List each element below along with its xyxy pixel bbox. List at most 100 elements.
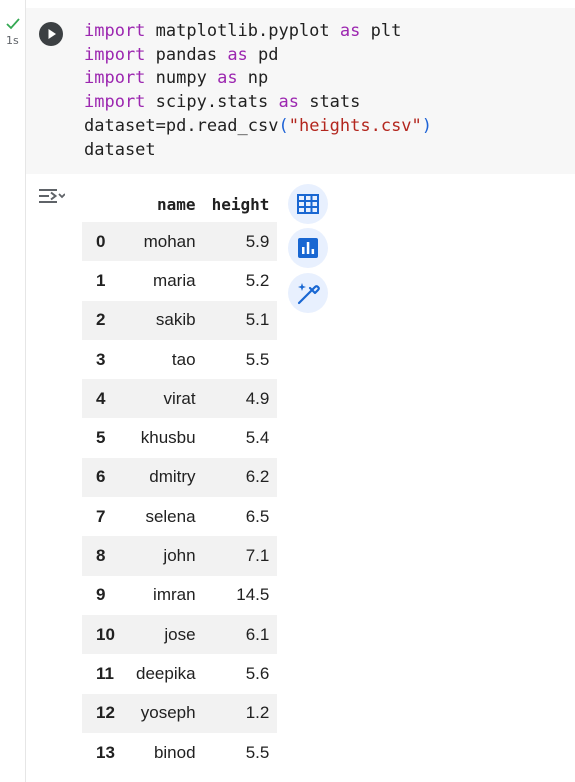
cell-height: 5.6	[245, 663, 270, 683]
code-keyword: as	[278, 92, 299, 113]
table-row: 10 jose 6.1	[82, 614, 278, 655]
code-token: )	[421, 115, 433, 136]
code-string: "heights.csv"	[288, 115, 422, 136]
code-keyword: import	[84, 68, 146, 89]
cell-height: 5.9	[203, 222, 278, 262]
cell-name: khusbu	[140, 428, 196, 448]
cell-name: mohan	[128, 222, 204, 262]
run-cell-button[interactable]	[39, 22, 63, 46]
code-line: import matplotlib.pyplot as plt	[84, 20, 432, 44]
table-row: 0 mohan 5.9	[82, 222, 278, 262]
chart-button[interactable]	[288, 228, 328, 268]
cell-name: sakib	[128, 300, 204, 340]
cell-name: john	[128, 536, 204, 576]
table-row: 6 dmitry 6.2	[82, 457, 278, 498]
check-icon	[6, 18, 20, 30]
cell-height: 6.1	[203, 614, 278, 655]
code-line: import numpy as np	[84, 67, 432, 91]
cell-name: jose	[128, 614, 204, 655]
table-header-row: name height	[82, 186, 277, 222]
row-index: 10	[82, 614, 128, 655]
code-token: numpy	[145, 68, 218, 89]
cell-height: 7.1	[203, 536, 278, 576]
code-token: plt	[360, 21, 402, 41]
magic-wand-icon	[297, 283, 320, 305]
cell-height: 6.5	[245, 506, 270, 526]
table-row: 3 tao 5.5	[82, 340, 277, 379]
bar-chart-icon	[298, 238, 318, 258]
cell-name: dmitry	[128, 457, 204, 498]
cell-height: 6.2	[203, 457, 278, 498]
cell-name: deepika	[136, 663, 196, 683]
code-keyword: import	[84, 44, 146, 65]
cell-height: 4.9	[203, 379, 278, 419]
table-row: 7 selena 6.5	[82, 497, 277, 536]
row-index: 6	[82, 457, 128, 498]
cell-height: 5.1	[203, 300, 278, 340]
play-icon	[48, 29, 56, 39]
table-row: 4 virat 4.9	[82, 379, 278, 419]
row-index: 9	[96, 585, 106, 605]
row-index: 8	[82, 536, 128, 576]
cell-name: tao	[171, 349, 196, 369]
table-row: 12 yoseph 1.2	[82, 693, 278, 733]
cell-name: imran	[153, 585, 196, 605]
row-index: 12	[82, 693, 128, 733]
cell-height: 5.4	[245, 428, 270, 448]
cell-name: maria	[153, 270, 196, 290]
cell-name: binod	[153, 742, 196, 762]
code-keyword: as	[339, 21, 361, 41]
table-row: 8 john 7.1	[82, 536, 278, 576]
cell-height: 5.2	[245, 270, 270, 290]
code-token: stats	[298, 92, 361, 113]
table-row: 9 imran 14.5	[82, 576, 277, 615]
code-editor[interactable]: import matplotlib.pyplot as plt import pa…	[84, 20, 432, 162]
row-index: 7	[96, 506, 106, 526]
cell-gutter	[0, 0, 26, 782]
row-index: 13	[96, 742, 115, 762]
code-keyword: as	[227, 44, 248, 65]
code-line: dataset=pd.read_csv("heights.csv")	[84, 115, 432, 139]
code-token: np	[237, 68, 269, 89]
code-line: dataset	[84, 139, 432, 163]
table-row: 2 sakib 5.1	[82, 300, 278, 340]
dataframe-table: name height 0 mohan 5.9 1 maria 5.2 2 sakib 5.1 3…	[82, 186, 278, 772]
index-header	[82, 186, 128, 222]
code-line: import scipy.stats as stats	[84, 91, 432, 115]
cell-name: virat	[128, 379, 204, 419]
code-token: pandas	[145, 44, 228, 65]
code-cell[interactable]: import matplotlib.pyplot as plt import pa…	[26, 8, 575, 174]
table-icon	[297, 194, 319, 214]
table-view-button[interactable]	[288, 184, 328, 224]
code-token: matplotlib.pyplot	[145, 21, 340, 41]
row-index: 3	[96, 349, 106, 369]
row-index: 5	[96, 428, 106, 448]
code-keyword: as	[217, 68, 238, 89]
row-index: 0	[82, 222, 128, 262]
cell-height: 1.2	[203, 693, 278, 733]
code-token: dataset=pd.read_csv	[84, 115, 279, 136]
code-line: import pandas as pd	[84, 44, 432, 68]
column-header-name: name	[157, 194, 196, 214]
table-row: 5 khusbu 5.4	[82, 418, 277, 457]
code-token: dataset	[84, 139, 156, 160]
cell-name: yoseph	[128, 693, 204, 733]
cell-height: 5.5	[245, 349, 270, 369]
cell-height: 5.5	[245, 742, 270, 762]
magic-suggest-button[interactable]	[288, 273, 328, 313]
cell-name: selena	[145, 506, 196, 526]
table-row: 13 binod 5.5	[82, 733, 277, 772]
code-keyword: import	[84, 21, 146, 41]
output-actions-icon[interactable]	[37, 186, 65, 208]
table-row: 1 maria 5.2	[82, 261, 277, 300]
row-index: 2	[82, 300, 128, 340]
table-row: 11 deepika 5.6	[82, 654, 277, 693]
column-header-height: height	[211, 194, 270, 214]
row-index: 11	[96, 663, 114, 683]
row-index: 4	[82, 379, 128, 419]
code-token: (	[278, 115, 289, 136]
code-token: scipy.stats	[145, 92, 279, 113]
cell-height: 14.5	[236, 585, 270, 605]
code-keyword: import	[84, 92, 146, 113]
execution-time: 1s	[6, 34, 19, 47]
